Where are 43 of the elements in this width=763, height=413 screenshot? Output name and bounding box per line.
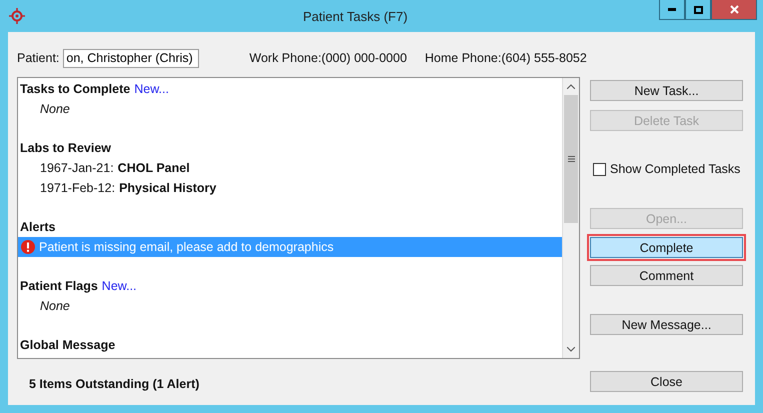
alert-text: Patient is missing email, please add to demographics: [39, 240, 334, 254]
action-button[interactable]: Complete: [590, 237, 743, 258]
action-button[interactable]: New Task...: [590, 80, 743, 101]
scrollbar[interactable]: [562, 78, 579, 358]
work-phone-text: Work Phone:(000) 000-0000: [249, 51, 407, 65]
scroll-down-icon[interactable]: [567, 347, 575, 352]
minimize-icon: [668, 8, 676, 11]
section-heading: Tasks to Complete: [20, 82, 130, 96]
action-button[interactable]: New Message...: [590, 314, 743, 335]
section-heading: Global Message: [20, 338, 116, 352]
section-heading: Labs to Review: [20, 141, 111, 155]
close-button[interactable]: Close: [590, 371, 743, 392]
lab-row[interactable]: 1967-Jan-21: CHOL Panel: [18, 158, 562, 178]
lab-date: 1971-Feb-12:: [40, 181, 116, 195]
window-title: Patient Tasks (F7): [303, 8, 408, 24]
close-window-button[interactable]: [711, 0, 757, 20]
lab-name: Physical History: [119, 181, 216, 195]
lab-name: CHOL Panel: [118, 161, 190, 175]
none-text: None: [40, 102, 70, 116]
home-phone-text: Home Phone:(604) 555-8052: [424, 51, 587, 65]
scroll-thumb[interactable]: [564, 95, 578, 223]
lab-date: 1967-Jan-21:: [40, 161, 114, 175]
grip-icon: [568, 156, 574, 162]
patient-field[interactable]: on, Christopher (Chris): [63, 48, 200, 68]
section-heading: Patient Flags: [20, 279, 98, 293]
scroll-up-icon[interactable]: [567, 84, 575, 89]
none-text: None: [40, 299, 70, 313]
list-row[interactable]: None: [18, 296, 562, 316]
patient-label: Patient:: [17, 51, 60, 65]
status-text: 5 Items Outstanding (1 Alert): [29, 377, 200, 391]
maximize-button[interactable]: [685, 0, 711, 20]
section-heading: Alerts: [20, 220, 56, 234]
new-link[interactable]: New...: [102, 279, 137, 293]
maximize-icon: [694, 6, 702, 14]
show-completed-checkbox[interactable]: Show Completed Tasks: [590, 162, 743, 176]
new-link[interactable]: New...: [134, 82, 169, 96]
action-button[interactable]: Comment: [590, 265, 743, 286]
minimize-button[interactable]: [659, 0, 685, 20]
crosshair-logo-icon: [9, 8, 25, 24]
close-icon: [730, 5, 738, 14]
list-row[interactable]: None: [18, 99, 562, 119]
alert-icon: [21, 240, 35, 254]
lab-row[interactable]: 1971-Feb-12: Physical History: [18, 178, 562, 198]
